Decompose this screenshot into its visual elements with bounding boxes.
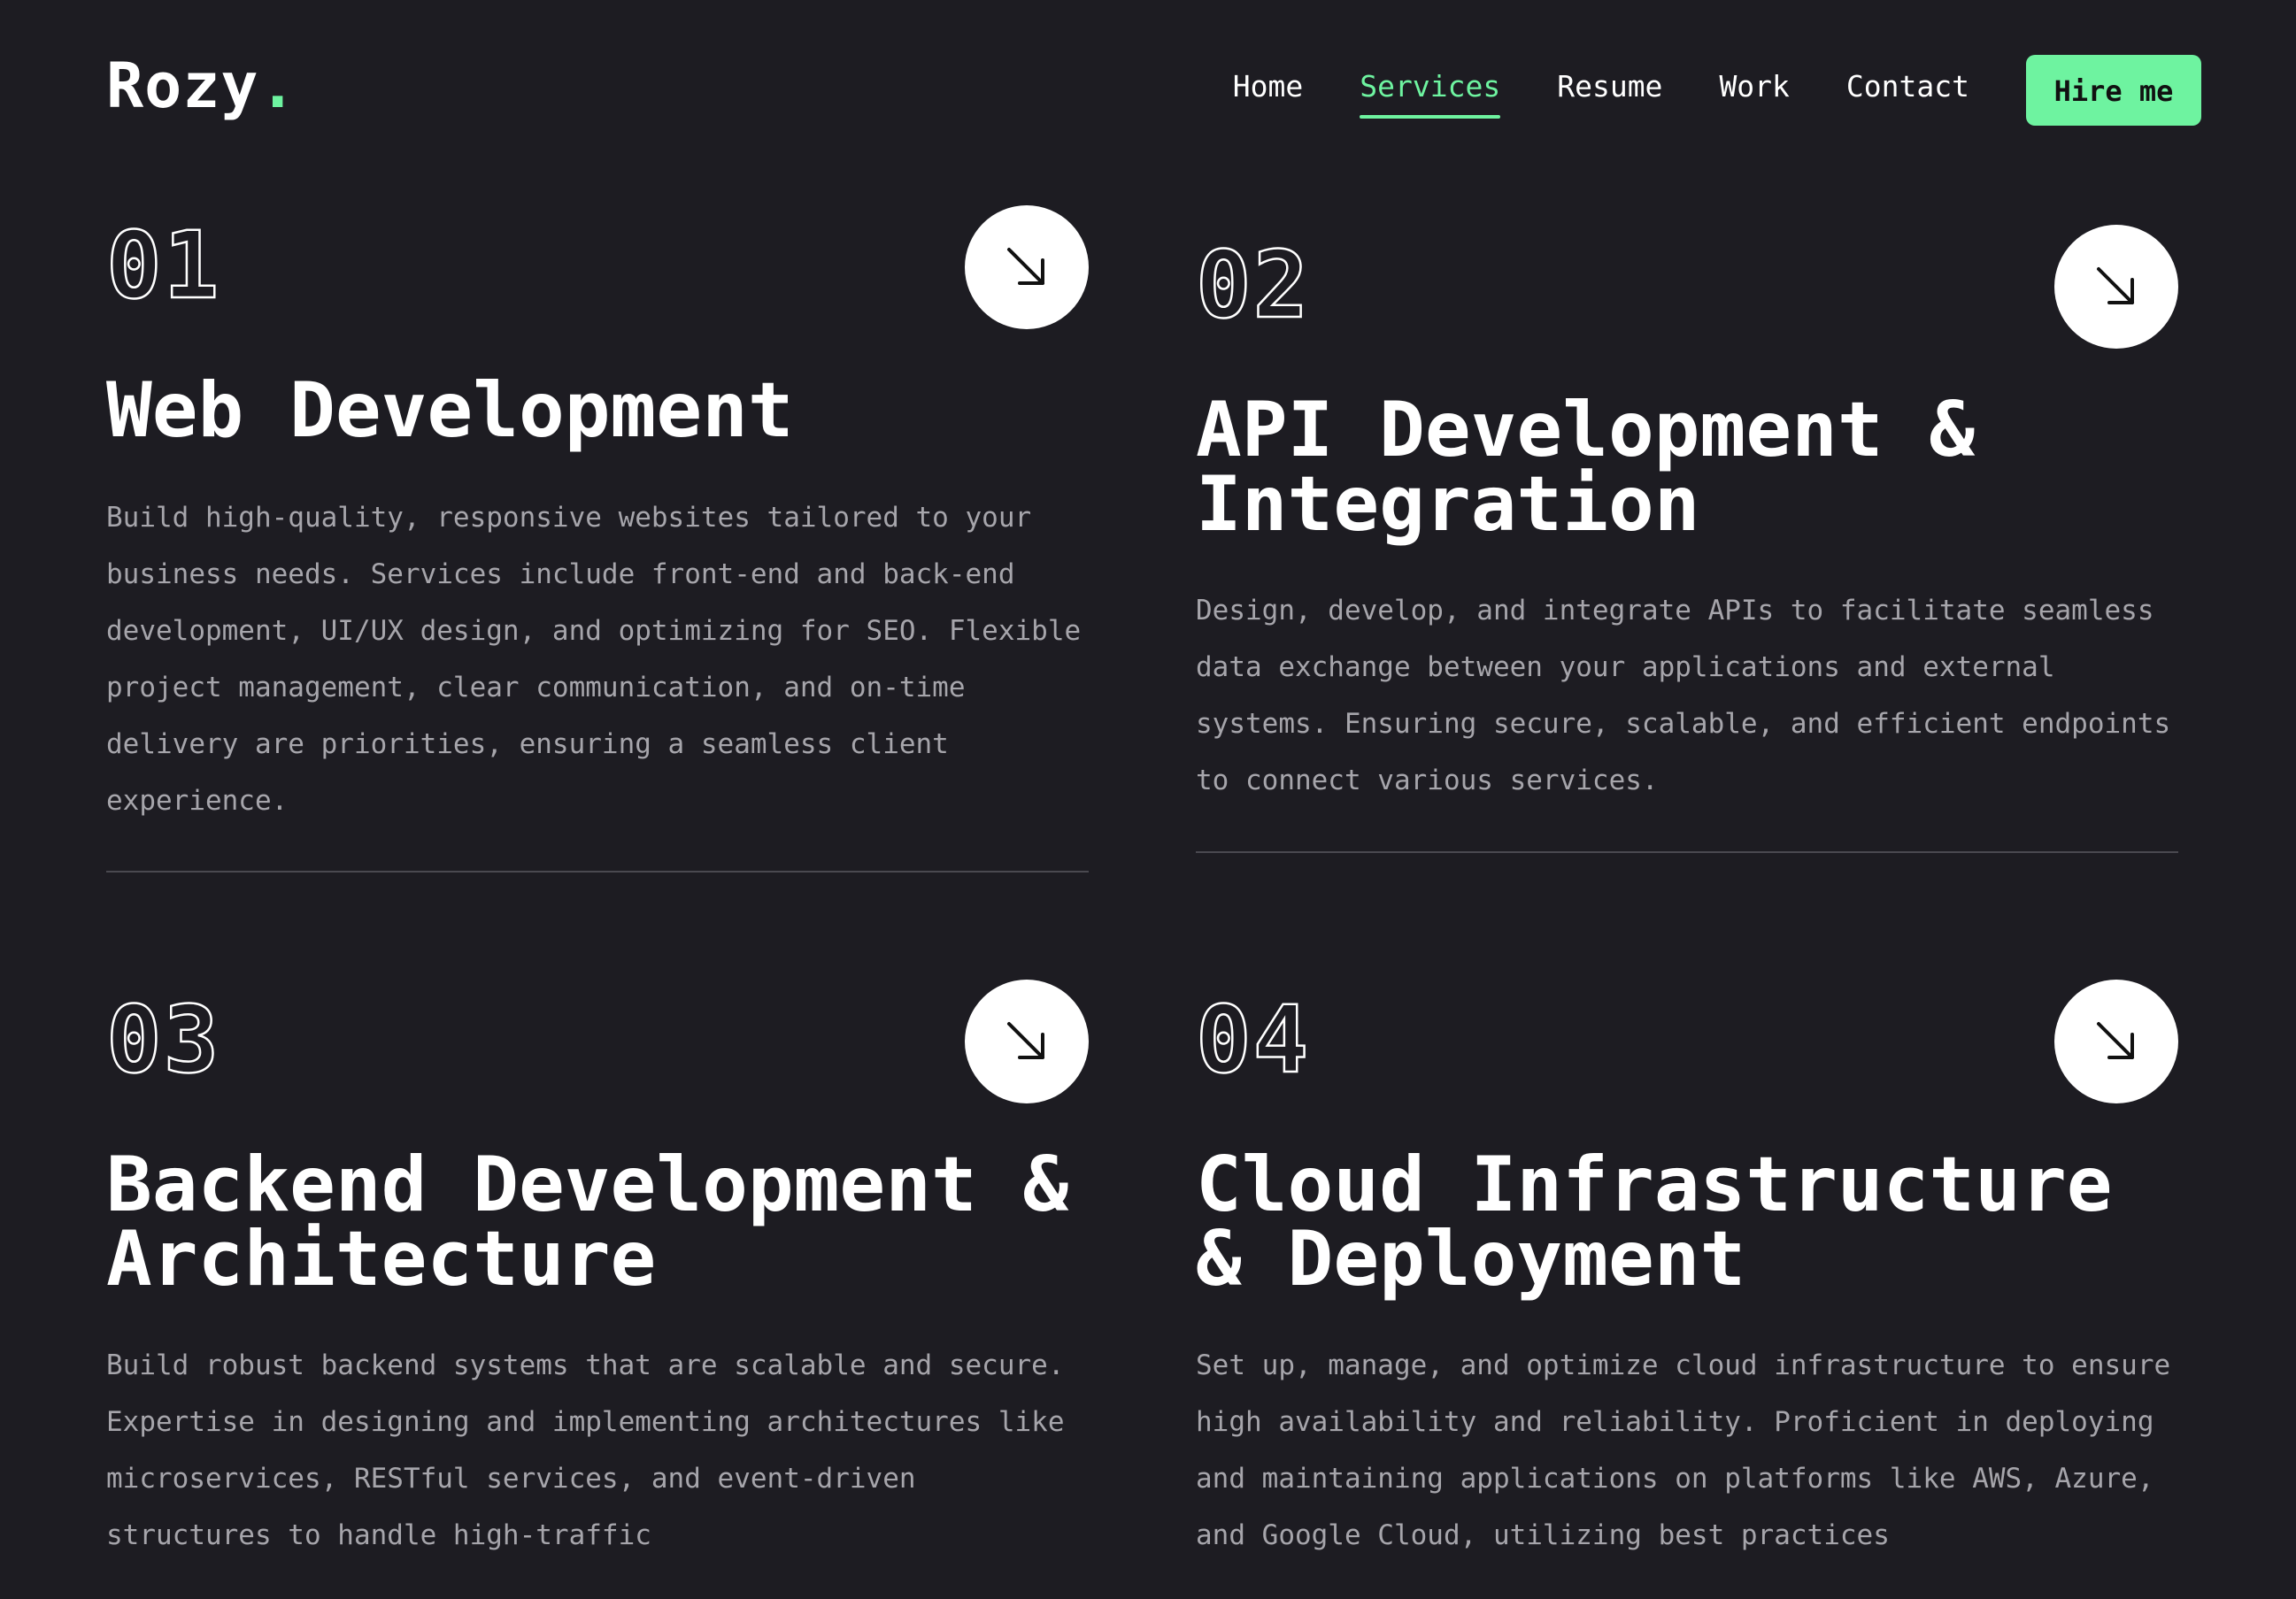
hire-me-button[interactable]: Hire me	[2026, 55, 2201, 126]
service-card-04: 04 Cloud Infrastructure & Deployment Set…	[1195, 980, 2178, 1599]
arrow-down-right-icon	[2097, 267, 2134, 304]
service-description: Build high-quality, responsive websites …	[106, 502, 1082, 817]
service-title: Web Development	[106, 366, 794, 455]
nav-link-services[interactable]: Services	[1360, 60, 1500, 119]
arrow-down-right-icon	[1007, 248, 1044, 285]
services-page: Rozy. Home Services Resume Work Contact …	[0, 0, 2296, 1554]
service-card-01: 01 Web Development Build high-quality, r…	[105, 205, 1089, 878]
service-arrow-button[interactable]	[2054, 225, 2178, 349]
service-divider	[1196, 851, 2178, 853]
nav-link-home[interactable]: Home	[1233, 60, 1303, 113]
service-title: Backend Development & Architecture	[106, 1141, 1069, 1303]
service-number: 03	[105, 986, 221, 1095]
arrow-down-right-icon	[2097, 1022, 2134, 1059]
service-arrow-button[interactable]	[2054, 980, 2178, 1103]
service-arrow-button[interactable]	[965, 205, 1089, 329]
service-description: Build robust backend systems that are sc…	[106, 1349, 1065, 1551]
service-card-02: 02 API Development & Integration Design,…	[1195, 225, 2178, 862]
service-description: Design, develop, and integrate APIs to f…	[1196, 595, 2171, 796]
service-number: 01	[105, 211, 221, 320]
logo-text: Rozy	[106, 50, 259, 122]
service-divider	[106, 871, 1089, 873]
service-title: Cloud Infrastructure & Deployment	[1196, 1141, 2113, 1303]
nav-link-work[interactable]: Work	[1719, 60, 1789, 113]
logo-dot: .	[258, 50, 297, 122]
arrow-down-right-icon	[1007, 1022, 1044, 1059]
service-number: 02	[1195, 231, 1311, 340]
service-number: 04	[1195, 986, 1311, 1095]
nav-link-resume[interactable]: Resume	[1557, 60, 1662, 113]
service-card-03: 03 Backend Development & Architecture Bu…	[105, 980, 1089, 1599]
logo[interactable]: Rozy.	[106, 46, 297, 126]
service-description: Set up, manage, and optimize cloud infra…	[1196, 1349, 2171, 1551]
main-nav: Home Services Resume Work Contact Hire m…	[1233, 55, 2201, 126]
nav-link-contact[interactable]: Contact	[1846, 60, 1969, 113]
service-arrow-button[interactable]	[965, 980, 1089, 1103]
service-title: API Development & Integration	[1196, 386, 1976, 549]
